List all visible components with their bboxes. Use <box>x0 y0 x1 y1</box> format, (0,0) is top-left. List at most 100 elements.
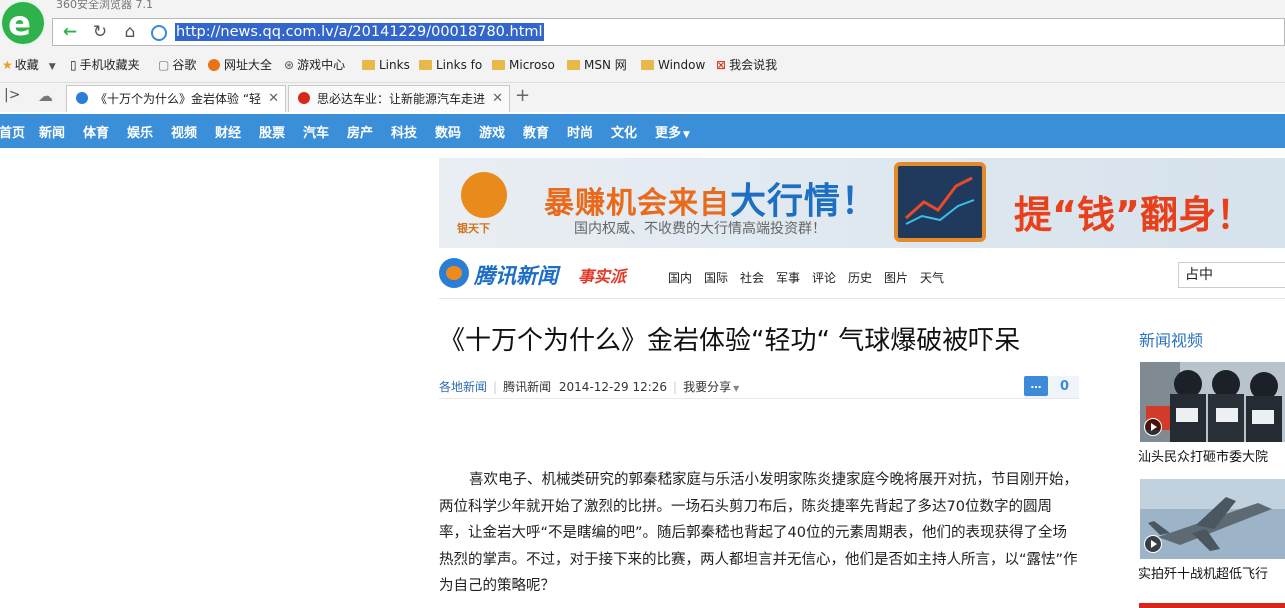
cat-society[interactable]: 社会 <box>740 269 764 286</box>
favorite-mobile[interactable]: ▯ 手机收藏夹 <box>70 56 140 74</box>
browser-logo-icon[interactable]: e <box>0 0 46 46</box>
nav-video[interactable]: 视频 <box>171 122 197 141</box>
site-nav: 首页 新闻 体育 娱乐 视频 财经 股票 汽车 房产 科技 数码 游戏 教育 时… <box>0 114 1285 148</box>
comment-count-box[interactable]: … 0 <box>1024 376 1079 398</box>
banner-logo-label: 银天下 <box>457 222 490 235</box>
dropdown-arrow-icon: ▼ <box>683 130 690 140</box>
favorites-bar: ★ 收藏 ▼ ▯ 手机收藏夹 ▢ 谷歌 网址大全 ⊛ 游戏中心 Links Links f… <box>0 52 1285 78</box>
cat-domestic[interactable]: 国内 <box>668 269 692 286</box>
nav-digital[interactable]: 数码 <box>435 122 461 141</box>
nav-fashion[interactable]: 时尚 <box>567 122 593 141</box>
cat-photos[interactable]: 图片 <box>884 269 908 286</box>
section-accent-bar <box>1139 603 1285 608</box>
video-caption-2[interactable]: 实拍歼十战机超低飞行 <box>1138 563 1268 582</box>
cat-weather[interactable]: 天气 <box>920 269 944 286</box>
banner-headline: 暴赚机会来自大行情！ <box>544 181 879 222</box>
favorite-window[interactable]: Window <box>641 56 705 74</box>
cat-international[interactable]: 国际 <box>704 269 728 286</box>
close-tab-icon[interactable]: ✕ <box>268 86 279 112</box>
favorite-hao[interactable]: 网址大全 <box>208 56 272 74</box>
favorites-menu[interactable]: ★ 收藏 ▼ <box>2 56 56 74</box>
nav-home[interactable]: 首页 <box>0 122 25 141</box>
sidebar-title[interactable]: 新闻视频 <box>1139 327 1203 351</box>
security-status-icon[interactable] <box>151 25 167 41</box>
play-icon[interactable] <box>1144 418 1162 436</box>
nav-games[interactable]: 游戏 <box>479 122 505 141</box>
dropdown-arrow-icon: ▼ <box>48 62 56 72</box>
chart-monitor-icon <box>894 162 986 242</box>
article-publisher: 腾讯新闻 <box>503 380 552 394</box>
nav-auto[interactable]: 汽车 <box>303 122 329 141</box>
window-title: 360安全浏览器 7.1 <box>56 0 153 11</box>
folder-icon <box>567 60 580 70</box>
divider <box>439 398 1079 399</box>
folder-icon <box>419 60 432 70</box>
globe-icon <box>208 59 220 71</box>
nav-ent[interactable]: 娱乐 <box>127 122 153 141</box>
cat-comment[interactable]: 评论 <box>812 269 836 286</box>
back-arrow-icon[interactable]: ← <box>55 19 85 45</box>
article-source-link[interactable]: 各地新闻 <box>439 380 487 394</box>
home-icon[interactable]: ⌂ <box>115 19 145 45</box>
favorite-google[interactable]: ▢ 谷歌 <box>158 56 196 74</box>
site-search-input[interactable]: 占中 <box>1178 262 1285 288</box>
cloud-icon[interactable]: ☁ <box>38 87 53 105</box>
nav-stock[interactable]: 股票 <box>259 122 285 141</box>
article-datetime: 2014-12-29 12:26 <box>558 380 668 394</box>
favorite-links[interactable]: Links <box>362 56 410 74</box>
reload-icon[interactable]: ↻ <box>85 19 115 45</box>
video-thumbnail-2[interactable] <box>1140 479 1285 559</box>
url-input[interactable]: http://news.qq.com.lv/a/20141229/0001878… <box>175 23 544 41</box>
tencent-news-logo-icon[interactable] <box>439 258 469 288</box>
folder-icon <box>492 60 505 70</box>
page-icon: ▢ <box>158 58 170 72</box>
favorite-games[interactable]: ⊛ 游戏中心 <box>284 56 345 74</box>
divider <box>439 298 1285 299</box>
brand-tag[interactable]: 事实派 <box>578 263 626 287</box>
yintianxia-logo-icon <box>461 172 507 218</box>
favorite-wohuishuo[interactable]: ⊠ 我会说我 <box>716 56 777 74</box>
banner-tail: 提“钱”翻身！ <box>1014 193 1254 237</box>
nav-tech[interactable]: 科技 <box>391 122 417 141</box>
site-favicon-icon <box>298 92 310 104</box>
star-icon: ★ <box>2 58 13 72</box>
nav-sports[interactable]: 体育 <box>83 122 109 141</box>
tab-bar: |> ☁ 《十万个为什么》金岩体验 “轻 ✕ 思必达车业：让新能源汽车走进 ✕ … <box>0 82 1285 113</box>
brand-name[interactable]: 腾讯新闻 <box>474 260 558 290</box>
tencent-favicon-icon <box>76 92 88 104</box>
article-title: 《十万个为什么》金岩体验“轻功“ 气球爆破被吓呆 <box>439 326 1021 356</box>
nav-finance[interactable]: 财经 <box>215 122 241 141</box>
nav-more[interactable]: 更多 ▼ <box>655 122 690 141</box>
sidebar-toggle-icon[interactable]: |> <box>4 87 20 103</box>
cat-military[interactable]: 军事 <box>776 269 800 286</box>
nav-edu[interactable]: 教育 <box>523 122 549 141</box>
tab-sibida[interactable]: 思必达车业：让新能源汽车走进 ✕ <box>288 85 510 112</box>
favorite-msn[interactable]: MSN 网 <box>567 56 627 74</box>
gamepad-icon: ⊛ <box>284 58 295 72</box>
play-icon[interactable] <box>1144 535 1162 553</box>
comment-count: 0 <box>1060 379 1070 394</box>
favorite-links-fo[interactable]: Links fo <box>419 56 482 74</box>
comment-bubble-icon: … <box>1024 376 1048 396</box>
nav-news[interactable]: 新闻 <box>39 122 65 141</box>
folder-icon <box>641 60 654 70</box>
cat-history[interactable]: 历史 <box>848 269 872 286</box>
nav-culture[interactable]: 文化 <box>611 122 637 141</box>
address-bar[interactable]: ← ↻ ⌂ http://news.qq.com.lv/a/20141229/0… <box>52 18 1285 46</box>
close-tab-icon[interactable]: ✕ <box>492 86 503 112</box>
phone-icon: ▯ <box>70 58 77 72</box>
close-box-icon: ⊠ <box>716 58 727 72</box>
new-tab-button[interactable]: + <box>515 85 530 106</box>
tab-article[interactable]: 《十万个为什么》金岩体验 “轻 ✕ <box>66 85 286 112</box>
share-button[interactable]: 我要分享 ▼ <box>683 380 739 394</box>
nav-house[interactable]: 房产 <box>347 122 373 141</box>
banner-ad[interactable]: 银天下 暴赚机会来自大行情！ 国内权威、不收费的大行情高端投资群！ 提“钱”翻身… <box>439 158 1285 248</box>
article-meta: 各地新闻 | 腾讯新闻 2014-12-29 12:26 | 我要分享 ▼ <box>439 380 740 394</box>
article-body: 喜欢电子、机械类研究的郭秦嵇家庭与乐活小发明家陈炎捷家庭今晚将展开对抗，节目刚开… <box>439 472 1078 594</box>
folder-icon <box>362 60 375 70</box>
video-caption-1[interactable]: 汕头民众打砸市委大院 <box>1138 446 1268 465</box>
video-thumbnail-1[interactable] <box>1140 362 1285 442</box>
banner-subline: 国内权威、不收费的大行情高端投资群！ <box>574 221 826 237</box>
favorite-microsoft[interactable]: Microso <box>492 56 555 74</box>
dropdown-arrow-icon: ▼ <box>733 384 740 393</box>
